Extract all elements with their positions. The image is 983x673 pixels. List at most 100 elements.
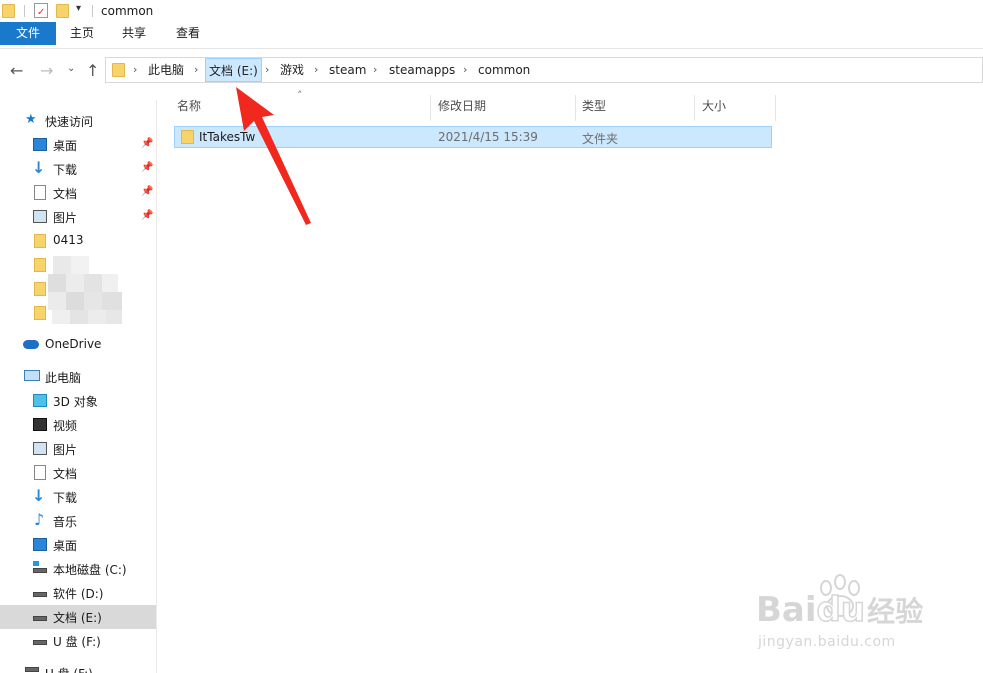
sidebar-item-pictures[interactable]: 图片 📌: [0, 205, 156, 229]
cloud-icon: [23, 340, 39, 349]
sidebar-item-music[interactable]: ♪ 音乐: [0, 509, 156, 533]
usb-drive-icon: [33, 640, 47, 645]
column-header-date-modified[interactable]: 修改日期: [438, 95, 486, 121]
sidebar-item-label: 桌面: [53, 139, 78, 153]
breadcrumb-drive-e[interactable]: 文档 (E:): [205, 58, 262, 82]
column-divider[interactable]: [430, 95, 431, 121]
desktop-icon: [33, 138, 47, 151]
sidebar-item-usb-f-2[interactable]: U 盘 (F:): [0, 661, 156, 673]
folder-icon: [181, 130, 194, 144]
pin-icon: 📌: [141, 138, 154, 149]
sidebar-item-documents-pc[interactable]: 文档: [0, 461, 156, 485]
breadcrumb-games[interactable]: 游戏: [280, 58, 304, 82]
forward-arrow-icon[interactable]: →: [40, 61, 53, 80]
sidebar-item-label: 文档 (E:): [53, 611, 102, 625]
sidebar-item-drive-d[interactable]: 软件 (D:): [0, 581, 156, 605]
tab-view[interactable]: 查看: [164, 22, 212, 45]
usb-drive-icon: [25, 667, 39, 672]
sidebar-item-label: 文档: [53, 467, 78, 481]
folder-icon: [112, 63, 125, 77]
recent-locations-chevron-icon[interactable]: ⌄: [67, 63, 75, 74]
sidebar-item-label: 桌面: [53, 539, 78, 553]
sidebar-item-label: 快速访问: [45, 115, 94, 129]
new-folder-icon[interactable]: [56, 4, 69, 18]
breadcrumb-this-pc[interactable]: 此电脑: [148, 58, 184, 82]
sidebar-item-desktop-pc[interactable]: 桌面: [0, 533, 156, 557]
red-annotation-arrow: [236, 87, 311, 225]
watermark-text-jingyan: 经验: [867, 595, 924, 628]
folder-icon: [34, 282, 46, 296]
chevron-right-icon[interactable]: ›: [265, 58, 269, 82]
sidebar-item-drive-c[interactable]: 本地磁盘 (C:): [0, 557, 156, 581]
address-bar[interactable]: › 此电脑 › 文档 (E:) › 游戏 › steam › steamapps…: [105, 57, 983, 83]
sidebar-item-3d-objects[interactable]: 3D 对象: [0, 389, 156, 413]
drive-icon: [33, 616, 47, 621]
column-divider[interactable]: [694, 95, 695, 121]
tab-share[interactable]: 共享: [110, 22, 158, 45]
sidebar-item-label: 图片: [53, 443, 78, 457]
baidu-jingyan-watermark: Baidu经验 jingyan.baidu.com: [756, 568, 956, 658]
tab-home[interactable]: 主页: [58, 22, 106, 45]
navigation-pane: ★ 快速访问 桌面 📌 ↓ 下载 📌 文档 📌 图片 📌 0413 OneDri…: [0, 100, 157, 673]
sidebar-item-label: U 盘 (F:): [53, 635, 101, 649]
sidebar-item-videos[interactable]: 视频: [0, 413, 156, 437]
breadcrumb-common[interactable]: common: [478, 58, 530, 82]
windows-logo-icon: [33, 561, 39, 566]
sidebar-item-onedrive[interactable]: OneDrive: [0, 333, 156, 357]
up-arrow-icon[interactable]: ↑: [86, 61, 99, 80]
chevron-right-icon[interactable]: ›: [463, 58, 467, 82]
sidebar-item-label: 文档: [53, 187, 78, 201]
column-divider[interactable]: [575, 95, 576, 121]
sidebar-item-drive-e[interactable]: 文档 (E:): [0, 605, 156, 629]
column-header-size[interactable]: 大小: [702, 95, 726, 121]
sidebar-item-label: 0413: [53, 233, 84, 247]
chevron-right-icon[interactable]: ›: [194, 58, 198, 82]
sidebar-item-label: 下载: [53, 491, 78, 505]
music-icon: ♪: [34, 510, 45, 529]
ribbon: 文件 主页 共享 查看: [0, 22, 983, 49]
star-icon: ★: [25, 112, 37, 127]
sidebar-item-label: 音乐: [53, 515, 78, 529]
back-arrow-icon[interactable]: ←: [10, 61, 23, 80]
sidebar-item-label: 图片: [53, 211, 78, 225]
column-divider[interactable]: [775, 95, 776, 121]
watermark-text-bai: Bai: [756, 590, 817, 630]
chevron-right-icon[interactable]: ›: [133, 58, 137, 82]
sidebar-item-desktop[interactable]: 桌面 📌: [0, 133, 156, 157]
chevron-right-icon[interactable]: ›: [314, 58, 318, 82]
pixelated-redaction: [48, 256, 128, 326]
window-title: common: [101, 4, 154, 18]
breadcrumb-steamapps[interactable]: steamapps: [389, 58, 455, 82]
folder-icon: [34, 258, 46, 272]
document-icon: [34, 465, 46, 480]
title-bar: ✓ ▾ common: [0, 0, 983, 22]
breadcrumb-steam[interactable]: steam: [329, 58, 366, 82]
sidebar-item-this-pc[interactable]: 此电脑: [0, 365, 156, 389]
watermark-url: jingyan.baidu.com: [758, 634, 896, 650]
folder-icon: [34, 234, 46, 248]
pin-icon: 📌: [141, 210, 154, 221]
sidebar-item-documents[interactable]: 文档 📌: [0, 181, 156, 205]
divider: [92, 5, 93, 17]
chevron-right-icon[interactable]: ›: [373, 58, 377, 82]
sidebar-item-0413[interactable]: 0413: [0, 229, 156, 253]
sidebar-item-pictures-pc[interactable]: 图片: [0, 437, 156, 461]
column-header-name[interactable]: 名称: [177, 95, 201, 121]
sidebar-item-quick-access[interactable]: ★ 快速访问: [0, 109, 156, 133]
pin-icon: 📌: [141, 162, 154, 173]
sidebar-item-label: OneDrive: [45, 337, 102, 351]
tab-file[interactable]: 文件: [0, 22, 56, 45]
quick-access-dropdown-icon[interactable]: ▾: [76, 3, 81, 14]
sidebar-item-label: 视频: [53, 419, 78, 433]
properties-icon[interactable]: ✓: [34, 3, 48, 18]
video-icon: [33, 418, 47, 431]
sidebar-item-usb-f[interactable]: U 盘 (F:): [0, 629, 156, 653]
picture-icon: [33, 210, 47, 223]
sidebar-item-downloads[interactable]: ↓ 下载 📌: [0, 157, 156, 181]
navigation-bar: ← → ⌄ ↑ › 此电脑 › 文档 (E:) › 游戏 › steam › s…: [0, 53, 983, 87]
document-icon: [34, 185, 46, 200]
pin-icon: 📌: [141, 186, 154, 197]
column-header-type[interactable]: 类型: [582, 95, 606, 121]
sidebar-item-downloads-pc[interactable]: ↓ 下载: [0, 485, 156, 509]
file-modified: 2021/4/15 15:39: [438, 130, 538, 144]
